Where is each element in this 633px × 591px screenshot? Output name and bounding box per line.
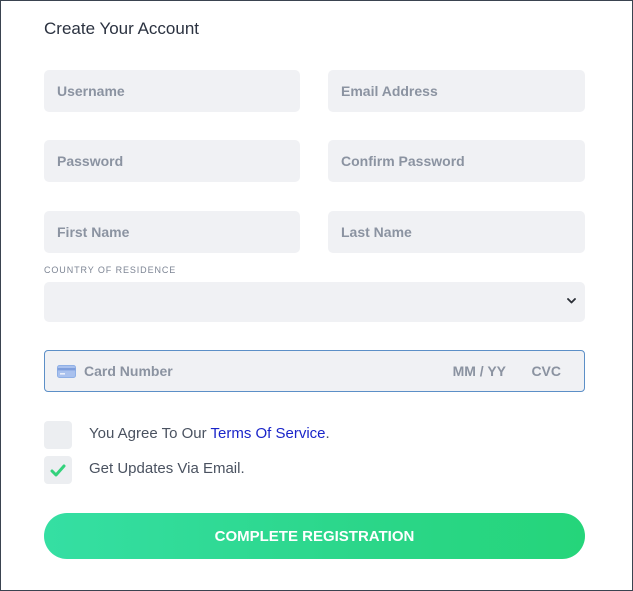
terms-checkbox[interactable] [44, 421, 72, 449]
last-name-placeholder: Last Name [341, 224, 412, 240]
password-placeholder: Password [57, 153, 124, 169]
chevron-down-icon [567, 298, 576, 304]
card-input[interactable]: Card Number MM / YY CVC [44, 350, 585, 392]
updates-label: Get Updates Via Email. [89, 460, 245, 477]
username-placeholder: Username [57, 83, 125, 99]
card-number-placeholder[interactable]: Card Number [84, 363, 173, 379]
complete-registration-button[interactable]: COMPLETE REGISTRATION [44, 513, 585, 559]
first-name-field[interactable]: First Name [44, 211, 300, 253]
terms-label: You Agree To Our Terms Of Service. [89, 425, 330, 442]
terms-suffix: . [325, 425, 330, 442]
password-field[interactable]: Password [44, 140, 300, 182]
country-label: COUNTRY OF RESIDENCE [44, 265, 177, 275]
confirm-password-placeholder: Confirm Password [341, 153, 465, 169]
credit-card-icon [57, 365, 76, 378]
card-cvc-placeholder[interactable]: CVC [531, 363, 561, 379]
form-title: Create Your Account [44, 19, 200, 38]
card-expiry-placeholder[interactable]: MM / YY [453, 363, 506, 379]
email-field[interactable]: Email Address [328, 70, 585, 112]
checkmark-icon [50, 464, 66, 476]
terms-prefix: You Agree To Our [89, 425, 211, 442]
username-field[interactable]: Username [44, 70, 300, 112]
email-placeholder: Email Address [341, 83, 438, 99]
updates-checkbox[interactable] [44, 456, 72, 484]
registration-form: Create Your Account Username Email Addre… [0, 0, 633, 591]
country-select[interactable] [44, 282, 585, 322]
first-name-placeholder: First Name [57, 224, 130, 240]
confirm-password-field[interactable]: Confirm Password [328, 140, 585, 182]
terms-of-service-link[interactable]: Terms Of Service [211, 425, 326, 442]
last-name-field[interactable]: Last Name [328, 211, 585, 253]
